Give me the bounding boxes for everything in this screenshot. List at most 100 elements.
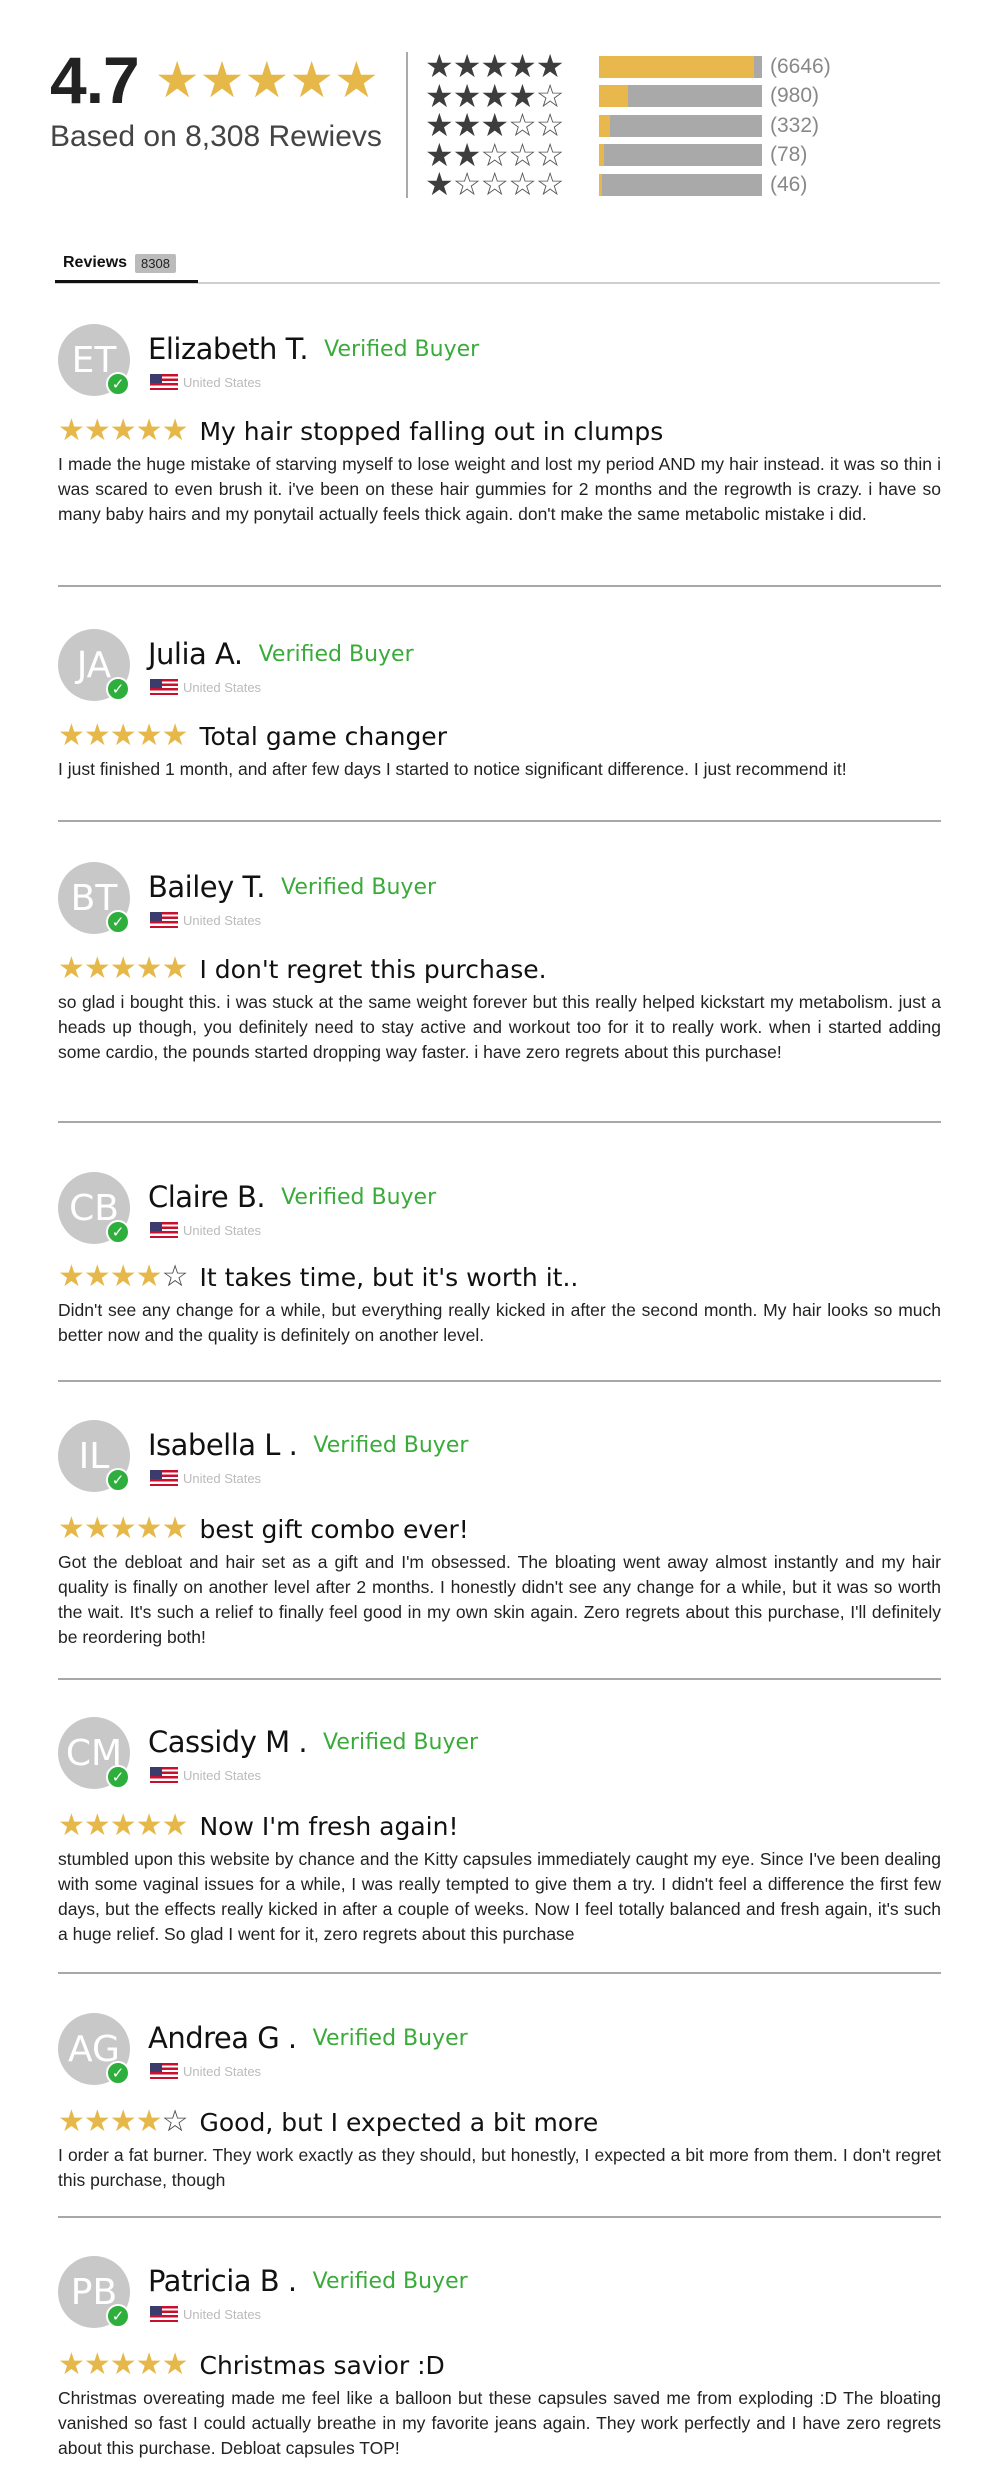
verified-check-icon: ✓ xyxy=(106,910,130,934)
tab-reviews-label: Reviews xyxy=(63,254,128,271)
summary-divider xyxy=(406,52,408,198)
distribution-bar xyxy=(599,55,762,78)
review-body: Christmas overeating made me feel like a… xyxy=(58,2388,941,2458)
reviewer-name: Isabella L . xyxy=(148,1428,298,1462)
distribution-bar-fill xyxy=(599,173,603,196)
reviewer-country: United States xyxy=(150,2063,261,2079)
distribution-count: (980) xyxy=(770,84,820,108)
average-rating-block: 4.7 ★★★★★ Based on 8,308 Rewievs xyxy=(50,40,400,154)
review-separator xyxy=(58,1972,941,1974)
review-body: I made the huge mistake of starving myse… xyxy=(58,454,941,524)
reviewer-name: Cassidy M . xyxy=(148,1725,308,1759)
reviewer-country: United States xyxy=(150,1767,261,1783)
review-stars-icon: ★★★★★ xyxy=(58,1809,188,1842)
review-body: stumbled upon this website by chance and… xyxy=(58,1849,941,1944)
tab-reviews[interactable]: Reviews 8308 xyxy=(55,246,198,283)
rating-summary: 4.7 ★★★★★ Based on 8,308 Rewievs ★★★★★ (… xyxy=(0,0,1000,210)
verified-check-icon: ✓ xyxy=(106,372,130,396)
distribution-count: (6646) xyxy=(770,54,831,78)
reviewer-name: Julia A. xyxy=(148,637,243,671)
distribution-bar-fill xyxy=(599,55,754,78)
us-flag-icon xyxy=(150,374,178,390)
verified-check-icon: ✓ xyxy=(106,2304,130,2328)
country-name: United States xyxy=(183,1222,262,1238)
review-separator xyxy=(58,1678,941,1680)
review-title: Now I'm fresh again! xyxy=(199,1811,459,1841)
distribution-bar-fill xyxy=(599,114,611,137)
review-stars-icon: ★★★★☆ xyxy=(58,2105,188,2138)
country-name: United States xyxy=(183,912,262,928)
distribution-row-1[interactable]: ★☆☆☆☆ (46) xyxy=(425,166,845,203)
reviewer-name: Andrea G . xyxy=(148,2021,297,2055)
reviews-tab-bar: Reviews 8308 xyxy=(55,246,940,284)
distribution-bar-fill xyxy=(599,144,604,167)
verified-buyer-badge: Verified Buyer xyxy=(281,874,437,900)
review-stars-icon: ★★★★★ xyxy=(58,1512,188,1545)
review-stars-icon: ★★★★☆ xyxy=(58,1260,188,1293)
distribution-bar xyxy=(599,114,762,137)
distribution-bar xyxy=(599,85,762,108)
review-title: My hair stopped falling out in clumps xyxy=(199,416,664,446)
average-rating-value: 4.7 xyxy=(50,43,140,117)
country-name: United States xyxy=(183,2063,262,2079)
country-name: United States xyxy=(183,2306,262,2322)
review-stars-icon: ★★★★★ xyxy=(58,719,188,752)
verified-check-icon: ✓ xyxy=(106,2061,130,2085)
review-stars-icon: ★★★★★ xyxy=(58,414,188,447)
review-title: I don't regret this purchase. xyxy=(199,954,547,984)
distribution-stars-icon: ★☆☆☆☆ xyxy=(425,166,564,203)
verified-buyer-badge: Verified Buyer xyxy=(324,336,480,362)
review-count-label: Based on 8,308 Rewievs xyxy=(50,120,382,153)
review-body: so glad i bought this. i was stuck at th… xyxy=(58,992,941,1062)
review-stars-icon: ★★★★★ xyxy=(58,2348,188,2381)
reviewer-country: United States xyxy=(150,912,261,928)
verified-buyer-badge: Verified Buyer xyxy=(323,1729,479,1755)
country-name: United States xyxy=(183,1470,262,1486)
review-stars-icon: ★★★★★ xyxy=(58,952,188,985)
review-title: It takes time, but it's worth it.. xyxy=(199,1262,579,1292)
distribution-count: (332) xyxy=(770,113,820,137)
review-separator xyxy=(58,1380,941,1382)
verified-check-icon: ✓ xyxy=(106,1765,130,1789)
us-flag-icon xyxy=(150,1767,178,1783)
country-name: United States xyxy=(183,374,262,390)
us-flag-icon xyxy=(150,2306,178,2322)
rating-distribution: ★★★★★ (6646) ★★★★☆ (980) ★★★☆☆ (332) ★★☆… xyxy=(425,50,845,203)
review-body: Didn't see any change for a while, but e… xyxy=(58,1300,941,1345)
average-rating-stars-icon: ★★★★★ xyxy=(154,52,379,108)
verified-buyer-badge: Verified Buyer xyxy=(313,1432,469,1458)
reviewer-name: Claire B. xyxy=(148,1180,266,1214)
verified-buyer-badge: Verified Buyer xyxy=(312,2268,468,2294)
reviewer-name: Bailey T. xyxy=(148,870,266,904)
verified-buyer-badge: Verified Buyer xyxy=(281,1184,437,1210)
us-flag-icon xyxy=(150,912,178,928)
review-title: best gift combo ever! xyxy=(199,1514,469,1544)
verified-buyer-badge: Verified Buyer xyxy=(258,641,414,667)
country-name: United States xyxy=(183,1767,262,1783)
verified-check-icon: ✓ xyxy=(106,1220,130,1244)
distribution-count: (78) xyxy=(770,143,808,167)
verified-buyer-badge: Verified Buyer xyxy=(312,2025,468,2051)
distribution-bar xyxy=(599,173,762,196)
country-name: United States xyxy=(183,679,262,695)
review-title: Christmas savior :D xyxy=(199,2350,445,2380)
review-separator xyxy=(58,585,941,587)
review-separator xyxy=(58,2216,941,2218)
review-title: Good, but I expected a bit more xyxy=(199,2107,599,2137)
review-body: Got the debloat and hair set as a gift a… xyxy=(58,1552,941,1647)
us-flag-icon xyxy=(150,2063,178,2079)
review-separator xyxy=(58,820,941,822)
reviewer-country: United States xyxy=(150,1222,261,1238)
distribution-bar xyxy=(599,144,762,167)
distribution-bar-fill xyxy=(599,85,629,108)
reviewer-name: Patricia B . xyxy=(148,2264,297,2298)
review-title: Total game changer xyxy=(199,721,447,751)
reviewer-name: Elizabeth T. xyxy=(148,332,309,366)
tab-reviews-count-badge: 8308 xyxy=(135,253,176,273)
review-body: I order a fat burner. They work exactly … xyxy=(58,2145,941,2190)
reviewer-country: United States xyxy=(150,2306,261,2322)
review-separator xyxy=(58,1121,941,1123)
review-body: I just finished 1 month, and after few d… xyxy=(58,759,847,779)
us-flag-icon xyxy=(150,1470,178,1486)
verified-check-icon: ✓ xyxy=(106,1468,130,1492)
